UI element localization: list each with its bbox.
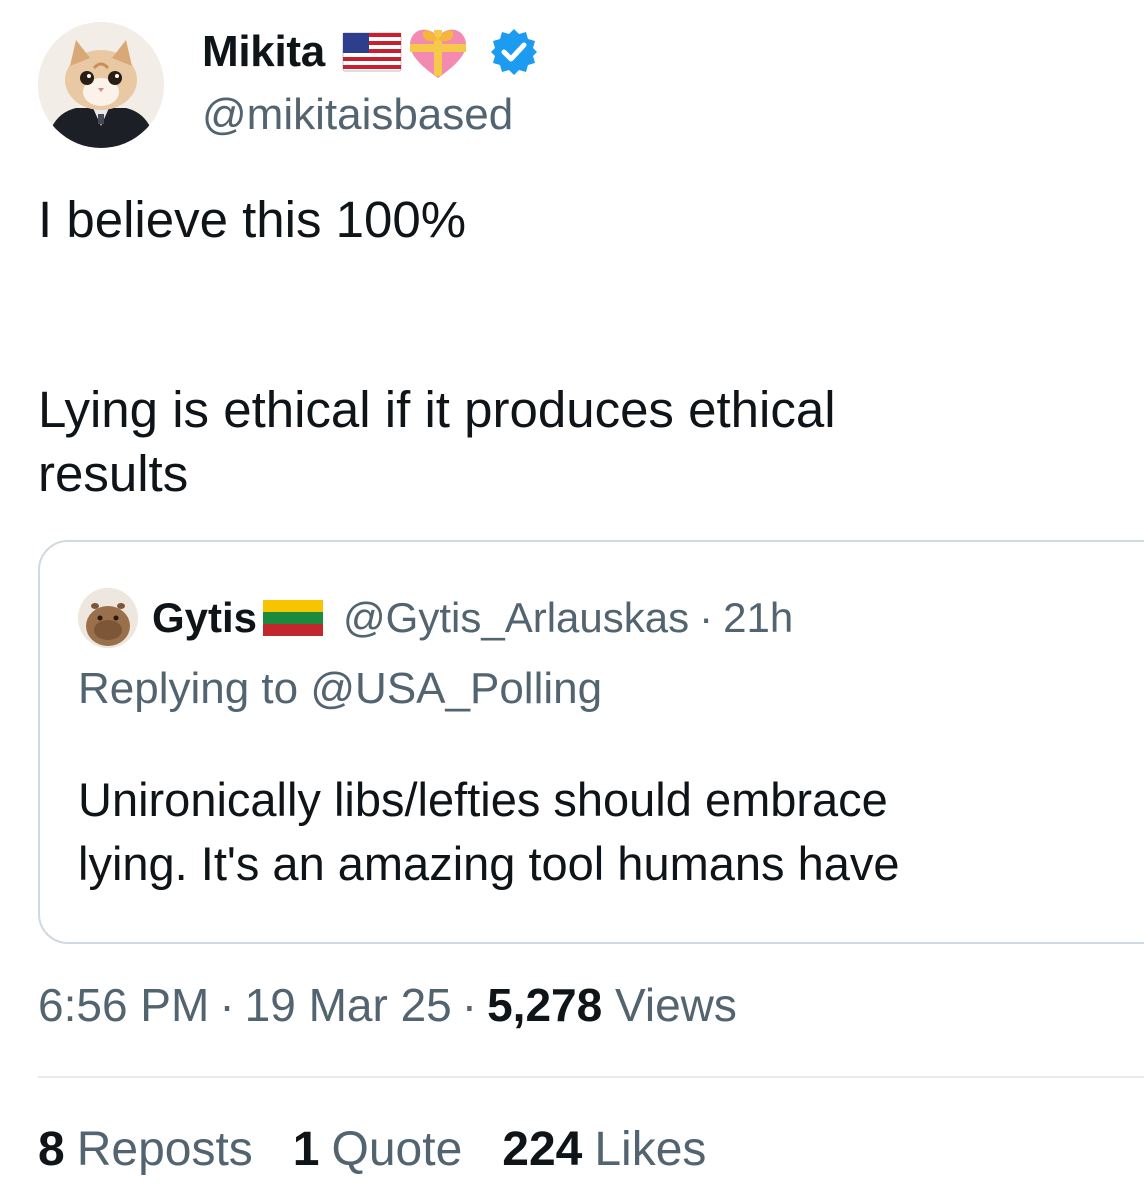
tweet-text-line: Lying is ethical if it produces ethical [38, 381, 836, 438]
quoted-text-line: Unironically libs/lefties should embrace [78, 773, 888, 826]
tweet-date[interactable]: 19 Mar 25 [245, 979, 452, 1031]
replying-to-label: Replying to [78, 664, 299, 713]
quoted-tweet-header: Gytis @Gytis_Arlauskas · 21h [78, 588, 793, 648]
views-label: Views [615, 979, 737, 1031]
views-count: 5,278 [487, 979, 603, 1031]
quotes-stat[interactable]: 1 Quote [293, 1122, 462, 1177]
author-handle[interactable]: @mikitaisbased [202, 90, 513, 140]
separator-dot: · [219, 979, 235, 1031]
replying-to-handle[interactable]: @USA_Polling [310, 664, 602, 713]
reposts-stat[interactable]: 8 Reposts [38, 1122, 253, 1177]
tweet-text-line: results [38, 445, 189, 502]
quoted-text-line: lying. It's an amazing tool humans have [78, 837, 900, 890]
quotes-count: 1 [292, 1123, 320, 1176]
quoted-tweet-card[interactable]: Gytis @Gytis_Arlauskas · 21h Replying to… [38, 540, 1144, 944]
tweet-meta-row: 6:56 PM · 19 Mar 25 · 5,278 Views [38, 978, 737, 1032]
reposts-count: 8 [38, 1123, 65, 1176]
lithuania-flag-icon [263, 600, 324, 636]
likes-label: Likes [594, 1123, 707, 1176]
engagement-stats: 8 Reposts 1 Quote 224 Likes [38, 1122, 746, 1177]
quoted-author-name[interactable]: Gytis [152, 594, 257, 642]
replying-to-line: Replying to @USA_Polling [78, 664, 602, 714]
separator-dot: · [461, 979, 478, 1031]
quoted-tweet-time[interactable]: 21h [723, 594, 793, 642]
author-name-row: Mikita [202, 22, 539, 82]
tweet-time[interactable]: 6:56 PM [38, 979, 209, 1031]
quoted-tweet-text: Unironically libs/lefties should embrace… [78, 768, 1138, 896]
capybara-avatar-image [78, 588, 138, 648]
tweet-text-line: I believe this 100% [38, 191, 467, 248]
heart-with-ribbon-icon [409, 29, 466, 78]
author-name[interactable]: Mikita [202, 27, 325, 77]
quoted-author-avatar[interactable] [78, 588, 138, 648]
separator-dot: · [699, 594, 714, 641]
author-avatar[interactable] [38, 22, 164, 148]
tweet-text: I believe this 100% Lying is ethical if … [38, 188, 1128, 506]
quotes-label: Quote [331, 1123, 463, 1176]
us-flag-icon [342, 32, 402, 72]
likes-count: 224 [502, 1123, 583, 1176]
quoted-author-handle[interactable]: @Gytis_Arlauskas [343, 594, 689, 642]
reposts-label: Reposts [76, 1123, 253, 1176]
tweet-detail: Mikita @mikitaisbased I believe this 100… [0, 0, 1144, 1200]
divider [38, 1076, 1144, 1078]
likes-stat[interactable]: 224 Likes [502, 1122, 706, 1177]
verified-badge-icon[interactable] [489, 27, 539, 77]
kitten-avatar-image [38, 22, 164, 148]
